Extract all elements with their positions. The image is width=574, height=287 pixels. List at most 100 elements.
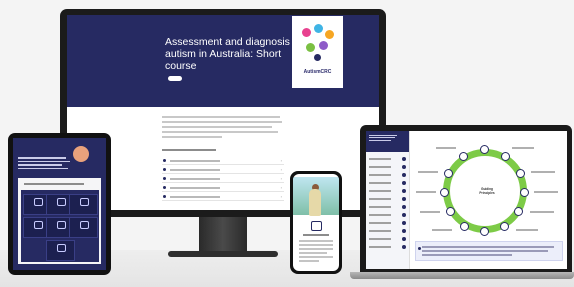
principle-node-icon[interactable] [516,169,525,178]
callout-text-line [422,254,512,256]
phone-heading [303,234,329,236]
intro-text-line [162,116,280,118]
sidebar-nav-item[interactable] [369,172,406,178]
logo-figure-icon [325,30,334,39]
principle-node-icon[interactable] [459,152,468,161]
chevron-right-icon: › [280,176,282,181]
logo-figure-icon [306,43,315,52]
ring-center-label: Guiding Principles [479,187,495,195]
logo-figure-icon [302,28,311,37]
module-card[interactable] [69,217,98,238]
module-icon [80,221,89,229]
phone-text-line [299,260,319,262]
principle-label [530,211,554,213]
logo-wordmark: AutismCRC [303,69,332,75]
start-button[interactable] [168,76,182,81]
module-icon [34,198,43,206]
principle-node-icon[interactable] [440,188,449,197]
monitor-base [168,251,278,257]
phone-text-line [299,256,333,258]
intro-text-line [162,136,222,138]
principle-node-icon[interactable] [501,152,510,161]
module-row[interactable]: › [162,184,284,192]
phone-text-line [299,248,333,250]
principle-node-icon[interactable] [520,188,529,197]
principle-node-icon[interactable] [446,207,455,216]
phone-text-line [299,252,327,254]
tablet-panel-heading [24,183,84,185]
principle-label [531,171,555,173]
logo-figure-icon [314,24,323,33]
phone-hero-photo [293,177,339,216]
sidebar-nav-item[interactable] [369,180,406,186]
sidebar-title-lines [369,133,399,143]
course-title: Assessment and diagnosis of autism in Au… [165,36,302,72]
principle-label [436,147,456,149]
module-row[interactable]: › [162,157,284,165]
sidebar-nav-item[interactable] [369,220,406,226]
phone-text-line [299,244,333,246]
principle-label [418,171,438,173]
sidebar-nav-item[interactable] [369,164,406,170]
tablet-content-panel [18,178,101,264]
sidebar-nav-item[interactable] [369,228,406,234]
sidebar-nav-item[interactable] [369,244,406,250]
autismcrc-logo: AutismCRC [292,16,343,88]
module-icon [311,221,322,231]
principle-node-icon[interactable] [480,227,489,236]
course-hero-banner: Assessment and diagnosis of autism in Au… [67,15,379,107]
chevron-right-icon: › [280,167,282,172]
module-icon [34,221,43,229]
module-icon [57,244,66,252]
intro-text-line [162,126,272,128]
module-card[interactable] [69,194,98,215]
phone-course-page [293,174,339,271]
info-icon [418,247,421,250]
phone-text-line [299,240,333,242]
intro-text-line [162,131,278,133]
principle-label [516,229,538,231]
principle-node-icon[interactable] [514,207,523,216]
principle-label [416,191,436,193]
principle-label [512,147,534,149]
module-row[interactable]: › [162,193,284,201]
presenter-avatar [73,146,89,162]
module-card[interactable] [46,240,75,261]
sidebar-nav-item[interactable] [369,204,406,210]
principle-label [432,229,452,231]
module-icon [57,221,66,229]
principle-label [420,211,440,213]
laptop-base [350,272,574,279]
monitor-stand [199,217,247,253]
chevron-right-icon: › [280,194,282,199]
principle-node-icon[interactable] [500,222,509,231]
logo-figure-icon [314,54,321,61]
intro-text-line [162,121,282,123]
module-row[interactable]: › [162,175,284,183]
sidebar-nav-item[interactable] [369,212,406,218]
sidebar-nav-item[interactable] [369,156,406,162]
sidebar-nav-item[interactable] [369,236,406,242]
logo-figure-icon [319,41,328,50]
sidebar-header [366,131,409,152]
laptop-sidebar [366,131,410,269]
modules-heading [162,149,216,151]
module-icon [80,198,89,206]
tablet-intro-text [18,155,72,171]
principle-node-icon[interactable] [460,222,469,231]
child-photo-body [309,189,321,216]
chevron-right-icon: › [280,185,282,190]
callout-text-line [422,246,554,248]
sidebar-nav-item[interactable] [369,196,406,202]
principle-node-icon[interactable] [444,169,453,178]
module-icon [57,198,66,206]
module-row[interactable]: › [162,166,284,174]
tablet-module-grid [21,190,99,262]
tablet-course-page [13,138,106,270]
callout-text-line [422,250,548,252]
laptop-course-page: Guiding Principles [366,131,567,269]
chevron-right-icon: › [280,158,282,163]
principle-node-icon[interactable] [480,145,489,154]
sidebar-nav-item[interactable] [369,188,406,194]
info-callout [415,241,563,261]
